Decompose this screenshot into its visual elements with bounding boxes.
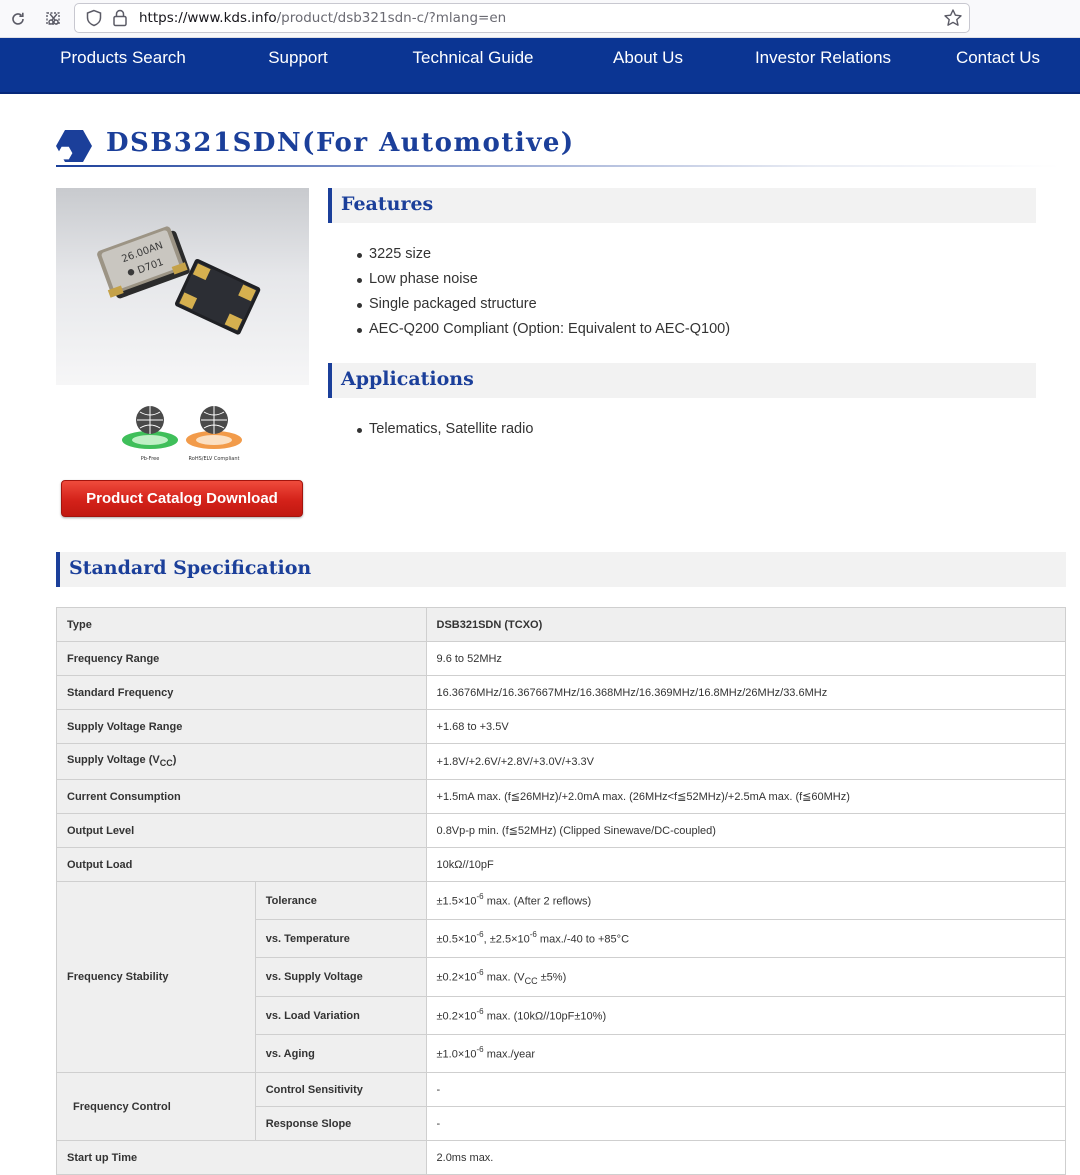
page-title: DSB321SDN(For Automotive): [106, 128, 575, 158]
spec-value: 0.8Vp-p min. (f≦52MHz) (Clipped Sinewave…: [425, 813, 1067, 848]
nav-technical-guide[interactable]: Technical Guide: [398, 38, 548, 78]
table-row: Current Consumption +1.5mA max. (f≦26MHz…: [56, 779, 1067, 814]
title-underline: [56, 165, 1060, 167]
spec-value: ±0.2×10-6 max. (10kΩ//10pF±10%): [425, 996, 1067, 1035]
spec-value: ±0.5×10-6, ±2.5×10-6 max./-40 to +85°C: [425, 919, 1067, 958]
spec-label: Frequency Control: [56, 1072, 256, 1141]
svg-text:RoHS/ELV Compliant: RoHS/ELV Compliant: [189, 456, 240, 462]
spec-value: DSB321SDN (TCXO): [425, 607, 1067, 642]
shield-icon[interactable]: [85, 9, 103, 27]
nav-support[interactable]: Support: [238, 38, 358, 78]
spec-label: Supply Voltage Range: [56, 709, 427, 744]
spec-label: Output Level: [56, 813, 427, 848]
site-nav: Products Search Support Technical Guide …: [0, 38, 1080, 94]
url-text[interactable]: https://www.kds.info/product/dsb321sdn-c…: [139, 10, 506, 26]
nav-investor-relations[interactable]: Investor Relations: [743, 38, 903, 78]
spec-label: Standard Frequency: [56, 675, 427, 710]
bookmark-star-icon[interactable]: [943, 8, 963, 28]
list-item: AEC-Q200 Compliant (Option: Equivalent t…: [355, 317, 730, 342]
list-item: Single packaged structure: [355, 292, 730, 317]
spec-value: ±1.5×10-6 max. (After 2 reflows): [425, 881, 1067, 920]
applications-heading: Applications: [328, 363, 1036, 398]
spec-value: 2.0ms max.: [425, 1140, 1067, 1175]
table-row: Start up Time 2.0ms max.: [56, 1140, 1067, 1175]
spec-value: 16.3676MHz/16.367667MHz/16.368MHz/16.369…: [425, 675, 1067, 710]
features-heading: Features: [328, 188, 1036, 223]
reload-icon[interactable]: [6, 7, 30, 31]
spec-label: Current Consumption: [56, 779, 427, 814]
spec-label: Start up Time: [56, 1140, 427, 1175]
table-row: Frequency Control Control Sensitivity -: [56, 1072, 1067, 1141]
screenshot-icon[interactable]: [42, 7, 66, 31]
spec-value: ±0.2×10-6 max. (VCC ±5%): [425, 957, 1067, 997]
spec-label: Output Load: [56, 847, 427, 882]
spec-value: -: [425, 1072, 1067, 1107]
table-row: Type DSB321SDN (TCXO): [56, 607, 1067, 642]
spec-value: 9.6 to 52MHz: [425, 641, 1067, 676]
spec-sublabel: Tolerance: [254, 881, 427, 920]
spec-label: Frequency Range: [56, 641, 427, 676]
spec-value: +1.5mA max. (f≦26MHz)/+2.0mA max. (26MHz…: [425, 779, 1067, 814]
table-row: Supply Voltage (VCC) +1.8V/+2.6V/+2.8V/+…: [56, 743, 1067, 780]
table-row: Frequency Range 9.6 to 52MHz: [56, 641, 1067, 676]
pb-free-badge: Pb-Free: [122, 406, 178, 462]
product-image: 26.00AN D701: [56, 188, 309, 385]
spec-label: Supply Voltage (VCC): [56, 743, 427, 780]
nav-contact-us[interactable]: Contact Us: [938, 38, 1058, 78]
spec-sublabel: vs. Temperature: [254, 919, 427, 958]
table-row: Output Load 10kΩ//10pF: [56, 847, 1067, 882]
list-item: Low phase noise: [355, 267, 730, 292]
url-bar[interactable]: https://www.kds.info/product/dsb321sdn-c…: [74, 3, 970, 33]
spec-table: Type DSB321SDN (TCXO) Frequency Range 9.…: [56, 607, 1067, 1175]
table-row: Frequency Stability Tolerance ±1.5×10-6 …: [56, 881, 1067, 1073]
compliance-badges: Pb-Free RoHS/ELV Compliant: [120, 402, 246, 464]
spec-sublabel: vs. Load Variation: [254, 996, 427, 1035]
spec-value: +1.8V/+2.6V/+2.8V/+3.0V/+3.3V: [425, 743, 1067, 780]
page-title-block: DSB321SDN(For Automotive): [56, 126, 1060, 170]
spec-heading: Standard Specification: [56, 552, 1066, 587]
list-item: Telematics, Satellite radio: [355, 417, 533, 442]
spec-value: +1.68 to +3.5V: [425, 709, 1067, 744]
nav-products-search[interactable]: Products Search: [48, 38, 198, 78]
spec-sublabel: Response Slope: [254, 1106, 427, 1141]
applications-list: Telematics, Satellite radio: [355, 417, 533, 442]
table-row: Standard Frequency 16.3676MHz/16.367667M…: [56, 675, 1067, 710]
spec-value: -: [425, 1106, 1067, 1141]
spec-sublabel: vs. Supply Voltage: [254, 957, 427, 997]
catalog-download-button[interactable]: Product Catalog Download: [61, 480, 303, 517]
hexagon-icon: [56, 130, 92, 162]
spec-label: Type: [56, 607, 427, 642]
spec-sublabel: Control Sensitivity: [254, 1072, 427, 1107]
spec-sublabel: vs. Aging: [254, 1034, 427, 1073]
list-item: 3225 size: [355, 242, 730, 267]
lock-icon[interactable]: [112, 9, 128, 27]
spec-value: 10kΩ//10pF: [425, 847, 1067, 882]
features-list: 3225 size Low phase noise Single package…: [355, 242, 730, 342]
spec-label: Frequency Stability: [56, 881, 256, 1073]
spec-value: ±1.0×10-6 max./year: [425, 1034, 1067, 1073]
rohs-elv-badge: RoHS/ELV Compliant: [186, 406, 242, 462]
table-row: Output Level 0.8Vp-p min. (f≦52MHz) (Cli…: [56, 813, 1067, 848]
nav-about-us[interactable]: About Us: [588, 38, 708, 78]
svg-text:Pb-Free: Pb-Free: [141, 456, 160, 462]
browser-toolbar: https://www.kds.info/product/dsb321sdn-c…: [0, 0, 1080, 38]
table-row: Supply Voltage Range +1.68 to +3.5V: [56, 709, 1067, 744]
